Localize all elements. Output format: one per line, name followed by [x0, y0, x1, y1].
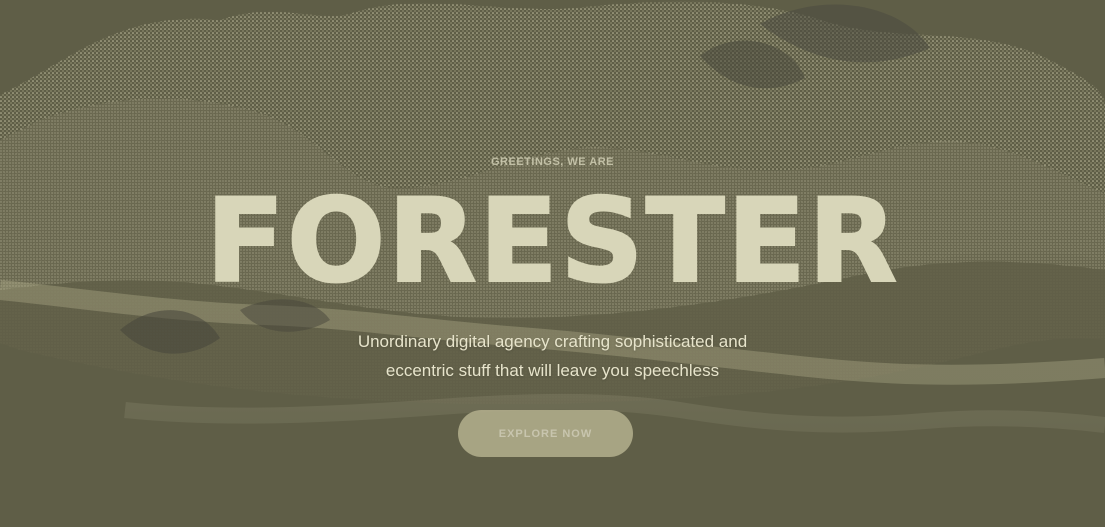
hero-subtitle: Unordinary digital agency crafting sophi…: [0, 327, 1105, 385]
hero-subtitle-line-2: eccentric stuff that will leave you spee…: [385, 361, 720, 380]
explore-now-button[interactable]: EXPLORE NOW: [458, 410, 633, 457]
hero-title: FORESTER: [205, 173, 900, 310]
hero-section: GREETINGS, WE ARE FORESTER Unordinary di…: [0, 0, 1105, 527]
hero-subtitle-line-1: Unordinary digital agency crafting sophi…: [357, 332, 748, 351]
hero-content: GREETINGS, WE ARE FORESTER Unordinary di…: [0, 0, 1105, 527]
hero-eyebrow: GREETINGS, WE ARE: [491, 156, 614, 168]
